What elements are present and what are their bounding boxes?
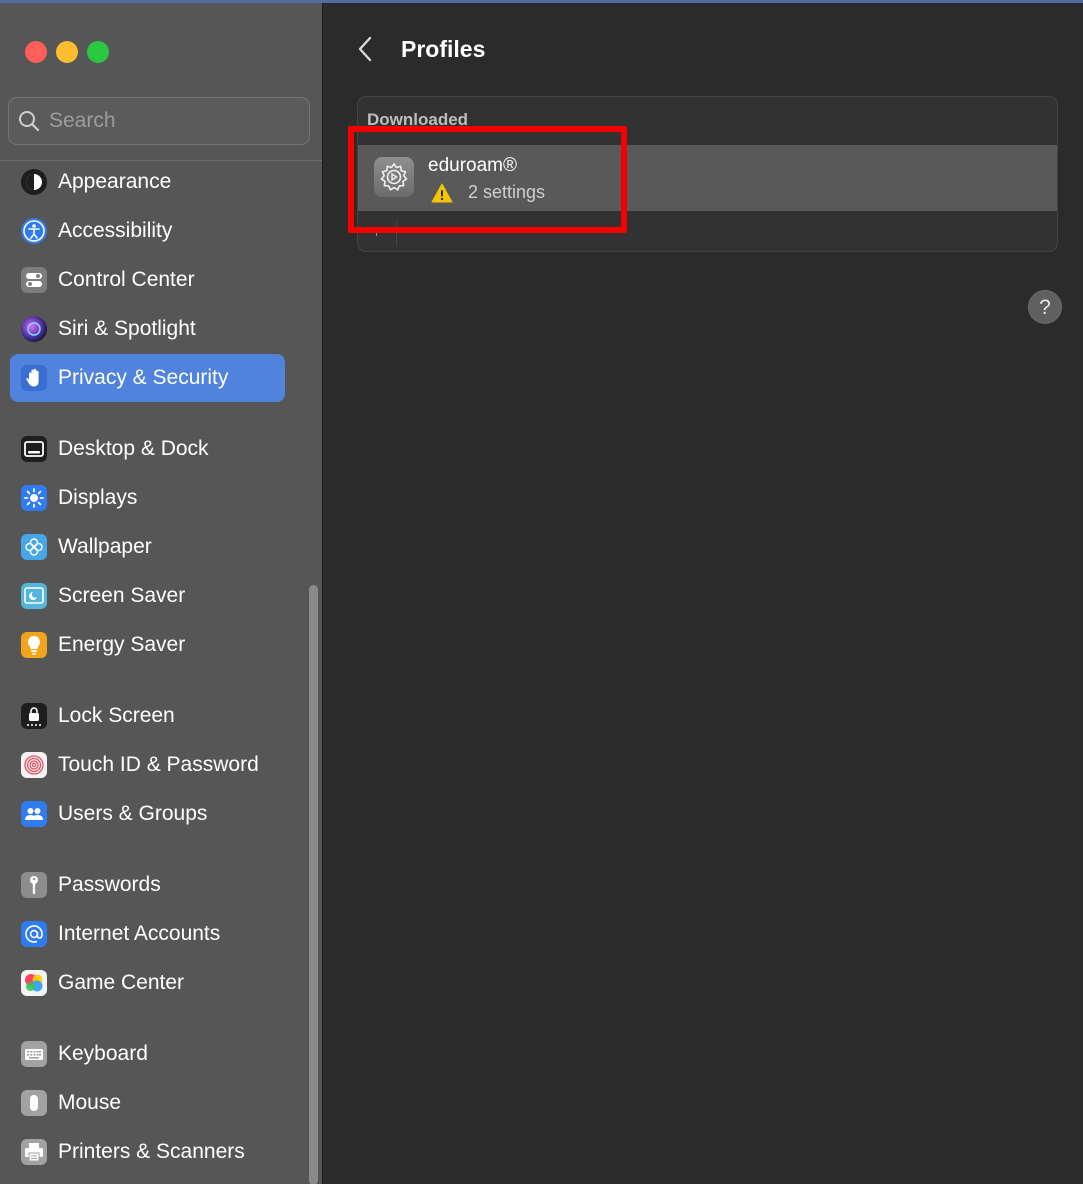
game-center-icon xyxy=(21,970,47,996)
search-icon xyxy=(19,111,40,132)
appearance-icon xyxy=(21,169,47,195)
sidebar-item-keyboard[interactable]: Keyboard xyxy=(10,1030,285,1078)
keyboard-icon xyxy=(21,1041,47,1067)
sidebar-scrollbar[interactable] xyxy=(309,585,318,1184)
sidebar-item-siri-spotlight[interactable]: Siri & Spotlight xyxy=(10,305,285,353)
sidebar-item-label: Game Center xyxy=(58,971,185,994)
sidebar-item-wallpaper[interactable]: Wallpaper xyxy=(10,523,285,571)
sidebar-item-label: Printers & Scanners xyxy=(58,1140,245,1163)
sidebar-item-lock-screen[interactable]: Lock Screen xyxy=(10,692,285,740)
wallpaper-flower-icon xyxy=(21,534,47,560)
sidebar-item-mouse[interactable]: Mouse xyxy=(10,1079,285,1127)
users-icon xyxy=(21,801,47,827)
sidebar-item-label: Keyboard xyxy=(58,1042,148,1065)
sidebar-item-label: Screen Saver xyxy=(58,584,186,607)
sidebar-item-screen-saver[interactable]: Screen Saver xyxy=(10,572,285,620)
desktop-dock-icon xyxy=(21,436,47,462)
sidebar-item-label: Internet Accounts xyxy=(58,922,221,945)
sidebar-item-internet-accounts[interactable]: Internet Accounts xyxy=(10,910,285,958)
sidebar-item-control-center[interactable]: Control Center xyxy=(10,256,285,304)
search-box[interactable] xyxy=(8,97,310,145)
energy-bulb-icon xyxy=(21,632,47,658)
sidebar-item-accessibility[interactable]: Accessibility xyxy=(10,207,285,255)
sidebar-item-touch-id-password[interactable]: Touch ID & Password xyxy=(10,741,285,789)
privacy-hand-icon xyxy=(21,365,47,391)
siri-icon xyxy=(21,316,47,342)
help-button[interactable]: ? xyxy=(1028,290,1062,324)
sidebar-item-label: Mouse xyxy=(58,1091,122,1114)
sidebar-item-label: Passwords xyxy=(58,873,161,896)
sidebar-item-desktop-dock[interactable]: Desktop & Dock xyxy=(10,425,285,473)
sidebar-item-label: Appearance xyxy=(58,170,172,193)
back-chevron-icon[interactable] xyxy=(353,33,377,65)
screen-saver-icon xyxy=(21,583,47,609)
sidebar-item-label: Displays xyxy=(58,486,138,509)
sidebar-item-label: Lock Screen xyxy=(58,704,175,727)
sidebar-item-displays[interactable]: Displays xyxy=(10,474,285,522)
sidebar: Appearance Accessibility Control Center … xyxy=(0,3,323,1184)
sidebar-item-energy-saver[interactable]: Energy Saver xyxy=(10,621,285,669)
control-center-icon xyxy=(21,267,47,293)
sidebar-item-label: Touch ID & Password xyxy=(58,753,259,776)
sidebar-item-label: Energy Saver xyxy=(58,633,186,656)
at-sign-icon xyxy=(21,921,47,947)
displays-sun-icon xyxy=(21,485,47,511)
sidebar-item-privacy-security[interactable]: Privacy & Security xyxy=(10,354,285,402)
sidebar-item-passwords[interactable]: Passwords xyxy=(10,861,285,909)
sidebar-item-printers-scanners[interactable]: Printers & Scanners xyxy=(10,1128,285,1176)
sidebar-item-label: Users & Groups xyxy=(58,802,208,825)
zoom-window-button[interactable] xyxy=(87,41,109,63)
mouse-icon xyxy=(21,1090,47,1116)
close-window-button[interactable] xyxy=(25,41,47,63)
lock-screen-icon xyxy=(21,703,47,729)
minimize-window-button[interactable] xyxy=(56,41,78,63)
sidebar-item-users-groups[interactable]: Users & Groups xyxy=(10,790,285,838)
search-input[interactable] xyxy=(49,107,299,135)
sidebar-item-label: Control Center xyxy=(58,268,195,291)
sidebar-item-label: Accessibility xyxy=(58,219,173,242)
printer-icon xyxy=(21,1139,47,1165)
fingerprint-icon xyxy=(21,752,47,778)
sidebar-item-label: Wallpaper xyxy=(58,535,152,558)
sidebar-item-game-center[interactable]: Game Center xyxy=(10,959,285,1007)
sidebar-item-label: Desktop & Dock xyxy=(58,437,209,460)
key-icon xyxy=(21,872,47,898)
page-title: Profiles xyxy=(401,36,486,62)
accessibility-icon xyxy=(21,218,47,244)
sidebar-item-label: Privacy & Security xyxy=(58,366,229,389)
sidebar-item-label: Siri & Spotlight xyxy=(58,317,196,340)
sidebar-item-appearance[interactable]: Appearance xyxy=(10,158,285,206)
annotation-highlight-box xyxy=(348,126,627,233)
